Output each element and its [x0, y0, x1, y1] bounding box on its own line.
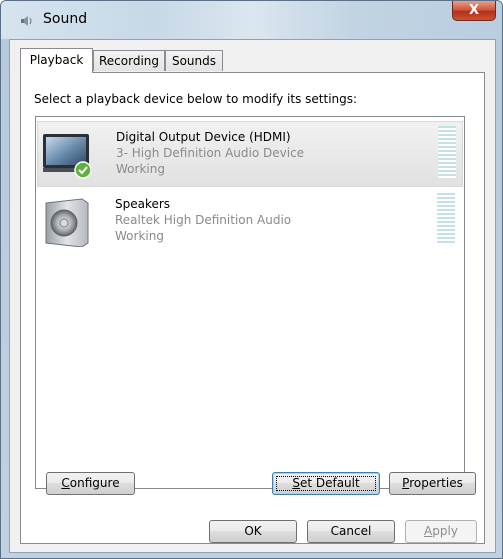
- speaker-icon: [21, 16, 32, 26]
- focus-rectangle: [276, 476, 376, 491]
- device-description: 3- High Definition Audio Device: [116, 146, 305, 160]
- tab-playback[interactable]: Playback: [20, 48, 93, 73]
- volume-level-meter: [437, 193, 455, 245]
- configure-button[interactable]: Configure: [46, 472, 135, 495]
- tab-label: Recording: [99, 54, 160, 68]
- window-title: Sound: [43, 11, 88, 27]
- set-default-button[interactable]: Set Default: [272, 472, 380, 495]
- configure-label: onfigure: [69, 476, 120, 490]
- cancel-label: Cancel: [330, 524, 372, 538]
- device-list[interactable]: Digital Output Device (HDMI) 3- High Def…: [35, 116, 465, 489]
- tab-label: Playback: [29, 53, 84, 67]
- dialog-client-area: Playback Recording Sounds Select a playb…: [9, 39, 496, 553]
- device-name: Digital Output Device (HDMI): [116, 130, 291, 144]
- speaker-icon: [45, 198, 89, 247]
- device-description: Realtek High Definition Audio: [115, 213, 292, 227]
- apply-button[interactable]: Apply: [405, 520, 477, 543]
- ok-button[interactable]: OK: [209, 520, 297, 543]
- default-check-icon: [74, 161, 91, 179]
- device-status: Working: [115, 229, 164, 243]
- monitor-icon: [43, 134, 91, 179]
- device-item-hdmi[interactable]: Digital Output Device (HDMI) 3- High Def…: [37, 121, 463, 187]
- tab-label: Sounds: [171, 54, 217, 68]
- ok-label: OK: [244, 524, 262, 538]
- sound-dialog: Sound X Playback Recording Sounds Select…: [0, 0, 503, 559]
- configure-mnemonic: C: [61, 476, 70, 490]
- close-button[interactable]: X: [452, 1, 496, 21]
- tab-sounds[interactable]: Sounds: [165, 50, 223, 71]
- instruction-text: Select a playback device below to modify…: [34, 92, 358, 106]
- tab-recording[interactable]: Recording: [93, 50, 165, 71]
- properties-button[interactable]: Properties: [389, 472, 476, 495]
- device-status: Working: [116, 162, 165, 176]
- properties-label: roperties: [409, 476, 463, 490]
- apply-label: pply: [432, 524, 458, 538]
- device-item-speakers[interactable]: Speakers Realtek High Definition Audio W…: [37, 189, 463, 255]
- device-name: Speakers: [115, 197, 171, 211]
- cancel-button[interactable]: Cancel: [307, 520, 395, 543]
- volume-level-meter: [438, 126, 456, 178]
- close-icon: X: [468, 3, 480, 18]
- title-bar[interactable]: Sound X: [1, 1, 502, 39]
